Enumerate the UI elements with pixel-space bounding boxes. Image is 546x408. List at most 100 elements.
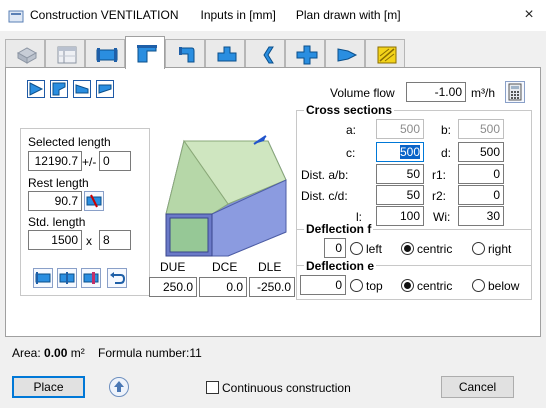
place-button[interactable]: Place <box>12 376 85 398</box>
variant-offset-button[interactable] <box>50 80 68 98</box>
tab-table[interactable] <box>45 39 85 68</box>
variant-bottom-button[interactable] <box>96 80 114 98</box>
deflection-e-centric-label: centric <box>417 279 453 293</box>
upload-arrow-icon <box>114 381 124 392</box>
c-input[interactable]: 500 <box>376 142 424 162</box>
l-input[interactable]: 100 <box>376 206 424 226</box>
tool-left-button[interactable] <box>33 268 53 288</box>
volume-flow-label: Volume flow <box>330 86 395 100</box>
b-label: b: <box>441 123 452 137</box>
cone-icon <box>337 48 358 62</box>
app-icon <box>8 8 24 24</box>
deflection-e-centric-radio[interactable] <box>401 279 414 292</box>
selected-length-label: Selected length <box>28 135 111 149</box>
deflection-f-right-label: right <box>488 242 512 256</box>
calculator-button[interactable] <box>505 81 525 103</box>
std-length-input[interactable]: 1500 <box>28 230 82 250</box>
deflection-e-top-label: top <box>366 279 383 293</box>
transition-icon <box>137 45 157 63</box>
c-label: c: <box>346 146 356 160</box>
tab-duct[interactable] <box>85 39 125 68</box>
continuous-construction-checkbox[interactable] <box>206 381 219 394</box>
tab-s-bend[interactable] <box>245 39 285 68</box>
tab-box[interactable] <box>5 39 45 68</box>
due-input[interactable]: 250.0 <box>149 277 197 297</box>
dist-cd-label: Dist. c/d: <box>301 189 348 203</box>
dce-label: DCE <box>212 260 238 274</box>
r1-input[interactable]: 0 <box>458 164 504 184</box>
tool-right-button[interactable] <box>81 268 101 288</box>
deflection-f-left-radio[interactable] <box>350 242 363 255</box>
window-title: Construction VENTILATION Inputs in [mm] Pl… <box>30 8 401 22</box>
d-input[interactable]: 500 <box>458 142 504 162</box>
count-input[interactable]: 8 <box>99 230 131 250</box>
duct-cut-icon <box>83 272 99 284</box>
deflection-e-below-radio[interactable] <box>472 279 485 292</box>
selected-length-input[interactable]: 12190.7 <box>28 151 82 171</box>
dist-ab-label: Dist. a/b: <box>301 168 349 182</box>
rest-length-input[interactable]: 90.7 <box>28 191 82 211</box>
deflection-f-centric-label: centric <box>417 242 453 256</box>
r2-input[interactable]: 0 <box>458 185 504 205</box>
calculator-icon <box>508 83 522 101</box>
deflection-f-input[interactable]: 0 <box>324 238 346 258</box>
deflection-f-title: Deflection f <box>304 222 374 236</box>
std-length-label: Std. length <box>28 215 86 229</box>
deflection-e-top-radio[interactable] <box>350 279 363 292</box>
cancel-button[interactable]: Cancel <box>441 376 514 398</box>
volume-flow-input[interactable]: -1.00 <box>406 82 466 102</box>
variant-top-icon <box>75 84 89 94</box>
dce-input[interactable]: 0.0 <box>199 277 247 297</box>
variant-bottom-icon <box>98 84 112 94</box>
s-bend-icon <box>263 46 274 64</box>
dle-input[interactable]: -250.0 <box>249 277 295 297</box>
d-label: d: <box>441 146 452 160</box>
a-input[interactable]: 500 <box>376 119 424 139</box>
area-value: 0.00 <box>44 346 68 360</box>
b-input[interactable]: 500 <box>458 119 504 139</box>
variant-top-button[interactable] <box>73 80 91 98</box>
tab-cross[interactable] <box>285 39 325 68</box>
r2-label: r2: <box>432 189 447 203</box>
dist-ab-input[interactable]: 50 <box>376 164 424 184</box>
area-label: Area: <box>12 346 41 360</box>
tab-transition[interactable] <box>125 36 165 69</box>
deflection-e-title: Deflection e <box>304 259 377 273</box>
tolerance-input[interactable]: 0 <box>99 151 131 171</box>
deflection-e-input[interactable]: 0 <box>300 275 346 295</box>
hatch-icon <box>377 46 397 64</box>
area-readout: Area: 0.00 m² <box>12 346 85 360</box>
rest-length-button[interactable] <box>84 191 104 211</box>
tab-cone[interactable] <box>325 39 365 68</box>
undo-button[interactable] <box>107 268 127 288</box>
deflection-e-below-label: below <box>488 279 520 293</box>
inputs-unit: Inputs in [mm] <box>200 8 276 22</box>
c-input-selection: 500 <box>399 145 420 159</box>
bend-icon <box>179 47 195 63</box>
times-sign: x <box>86 234 92 248</box>
a-label: a: <box>346 123 357 137</box>
tab-tee[interactable] <box>205 39 245 68</box>
info-button[interactable] <box>109 377 129 397</box>
tool-center-button[interactable] <box>57 268 77 288</box>
area-unit: m² <box>70 346 85 360</box>
dle-label: DLE <box>258 260 282 274</box>
formula-number: Formula number:11 <box>98 346 202 360</box>
dist-cd-input[interactable]: 50 <box>376 185 424 205</box>
tab-bend[interactable] <box>165 39 205 68</box>
close-button[interactable]: × <box>518 5 540 25</box>
tolerance-sign: +/- <box>82 155 97 169</box>
wi-input[interactable]: 30 <box>458 206 504 226</box>
duct-center-icon <box>59 272 75 284</box>
deflection-f-centric-radio[interactable] <box>401 242 414 255</box>
variant-straight-icon <box>29 82 44 96</box>
tab-hatch[interactable] <box>365 39 405 68</box>
variant-straight-button[interactable] <box>27 80 45 98</box>
cross-sections-title: Cross sections <box>304 103 395 117</box>
deflection-f-right-radio[interactable] <box>472 242 485 255</box>
rest-length-label: Rest length <box>28 176 89 190</box>
tool-tabs <box>5 36 415 69</box>
box-icon <box>16 47 38 64</box>
due-label: DUE <box>160 260 186 274</box>
table-icon <box>57 46 77 64</box>
